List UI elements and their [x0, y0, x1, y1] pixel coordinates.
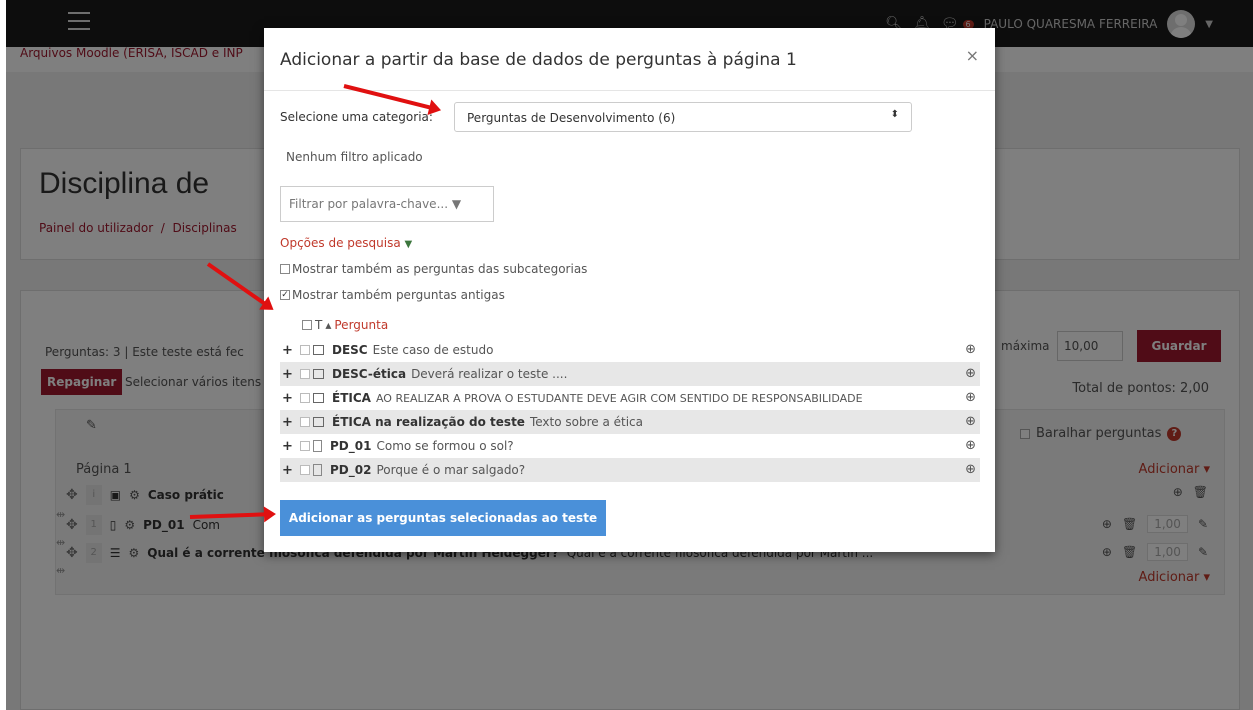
plus-icon[interactable]: +	[282, 439, 296, 454]
show-old-checkbox[interactable]: ✓	[280, 290, 290, 300]
category-select[interactable]: Perguntas de Desenvolvimento (6) ⬍	[454, 102, 912, 132]
question-row[interactable]: + PD_01 Como se formou o sol? ⊕	[280, 434, 980, 458]
search-options-toggle[interactable]: Opções de pesquisa ▼	[280, 236, 412, 250]
question-row[interactable]: + DESC Este caso de estudo ⊕	[280, 338, 980, 362]
question-checkbox[interactable]	[300, 417, 310, 427]
question-row[interactable]: + DESC-ética Deverá realizar o teste ...…	[280, 362, 980, 386]
show-old-option[interactable]: ✓ Mostrar também perguntas antigas	[280, 288, 505, 302]
question-text: Como se formou o sol?	[376, 439, 514, 453]
select-all-checkbox[interactable]	[302, 320, 312, 330]
triangle-down-icon: ▼	[404, 239, 413, 250]
plus-icon[interactable]: +	[282, 367, 296, 382]
essay-type-icon	[313, 464, 322, 476]
question-name: PD_01	[330, 439, 372, 453]
question-name: DESC-ética	[332, 367, 407, 381]
keyword-filter-input[interactable]: Filtrar por palavra-chave... ▼	[280, 186, 494, 222]
no-filter-text: Nenhum filtro aplicado	[286, 150, 423, 164]
question-checkbox[interactable]	[300, 441, 310, 451]
essay-type-icon	[313, 440, 322, 452]
window-edge	[0, 0, 6, 710]
question-text: AO REALIZAR A PROVA O ESTUDANTE DEVE AGI…	[375, 391, 863, 405]
zoom-icon[interactable]: ⊕	[965, 366, 976, 381]
zoom-icon[interactable]: ⊕	[965, 462, 976, 477]
zoom-icon[interactable]: ⊕	[965, 342, 976, 357]
question-checkbox[interactable]	[300, 393, 310, 403]
description-type-icon	[313, 369, 324, 379]
question-checkbox[interactable]	[300, 369, 310, 379]
category-label: Selecione uma categoria:	[280, 110, 433, 124]
show-subcategories-label: Mostrar também as perguntas das subcateg…	[292, 262, 588, 276]
show-subcategories-option[interactable]: Mostrar também as perguntas das subcateg…	[280, 262, 587, 276]
plus-icon[interactable]: +	[282, 391, 296, 406]
question-name: PD_02	[330, 463, 372, 477]
question-list-header: T ▴ Pergunta	[302, 318, 388, 332]
question-text: Deverá realizar o teste ....	[411, 367, 568, 381]
question-name: ÉTICA	[332, 391, 371, 405]
screenshot: 🔍︎ 🔔︎ 💬︎ 6 PAULO QUARESMA FERREIRA ▼ Arq…	[0, 0, 1253, 710]
question-row[interactable]: + PD_02 Porque é o mar salgado? ⊕	[280, 458, 980, 482]
select-arrows-icon: ⬍	[890, 109, 899, 120]
question-name: ÉTICA na realização do teste	[332, 415, 525, 429]
show-old-label: Mostrar também perguntas antigas	[292, 288, 505, 302]
question-checkbox[interactable]	[300, 465, 310, 475]
question-text: Este caso de estudo	[372, 343, 494, 357]
zoom-icon[interactable]: ⊕	[965, 414, 976, 429]
plus-icon[interactable]: +	[282, 463, 296, 478]
category-value: Perguntas de Desenvolvimento (6)	[467, 111, 676, 125]
description-type-icon	[313, 417, 324, 427]
question-text: Porque é o mar salgado?	[376, 463, 526, 477]
question-bank-dialog: Adicionar a partir da base de dados de p…	[264, 28, 995, 552]
question-column-header[interactable]: Pergunta	[334, 318, 388, 332]
zoom-icon[interactable]: ⊕	[965, 438, 976, 453]
dialog-title: Adicionar a partir da base de dados de p…	[280, 50, 797, 70]
type-column-header[interactable]: T	[315, 318, 322, 332]
plus-icon[interactable]: +	[282, 415, 296, 430]
question-checkbox[interactable]	[300, 345, 310, 355]
zoom-icon[interactable]: ⊕	[965, 390, 976, 405]
sort-asc-icon[interactable]: ▴	[325, 318, 331, 332]
search-options-label: Opções de pesquisa	[280, 236, 401, 250]
question-name: DESC	[332, 343, 368, 357]
show-subcategories-checkbox[interactable]	[280, 264, 290, 274]
question-text: Texto sobre a ética	[529, 415, 643, 429]
plus-icon[interactable]: +	[282, 343, 296, 358]
add-selected-questions-button[interactable]: Adicionar as perguntas selecionadas ao t…	[280, 500, 606, 536]
description-type-icon	[313, 345, 324, 355]
question-row[interactable]: + ÉTICA AO REALIZAR A PROVA O ESTUDANTE …	[280, 386, 980, 410]
description-type-icon	[313, 393, 324, 403]
close-icon[interactable]: ×	[966, 46, 979, 65]
question-row[interactable]: + ÉTICA na realização do teste Texto sob…	[280, 410, 980, 434]
